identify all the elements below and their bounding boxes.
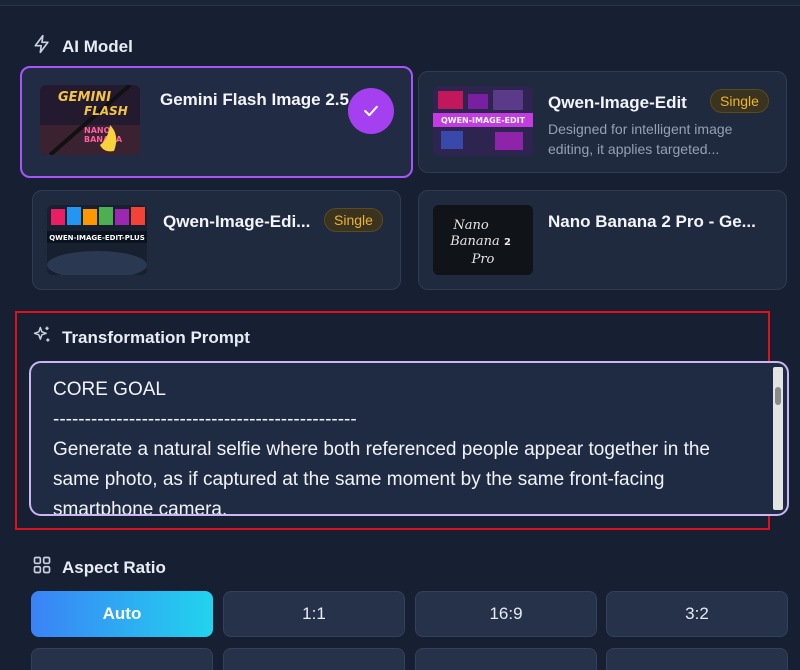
nano-thumb-line-4: Pro (471, 252, 495, 267)
gemini-thumb-line-1: GEMINI (58, 90, 111, 105)
nano-banana-thumbnail: Nano Banana 2 Pro (433, 205, 533, 275)
prompt-scrollbar[interactable] (773, 367, 783, 510)
aspect-auto-button[interactable]: Auto (31, 591, 213, 637)
grid-icon (32, 555, 52, 580)
prompt-textarea[interactable]: CORE GOAL ------------------------------… (29, 361, 789, 516)
nano-thumb-line-2: Banana (449, 234, 500, 249)
transformation-prompt-label: Transformation Prompt (32, 325, 250, 350)
single-badge: Single (710, 89, 769, 113)
prompt-scrollbar-thumb[interactable] (775, 387, 781, 405)
qwen-plus-thumbnail: QWEN-IMAGE-EDIT-PLUS (47, 205, 147, 275)
aspect-option-partial[interactable] (223, 648, 405, 670)
aspect-3-2-button[interactable]: 3:2 (606, 591, 788, 637)
aspect-ratio-label: Aspect Ratio (32, 555, 166, 580)
model-card-title: Qwen-Image-Edi... (163, 212, 311, 231)
sparkles-icon (32, 325, 52, 350)
gemini-thumb-line-2: FLASH (84, 104, 128, 118)
lightning-icon (32, 34, 52, 59)
model-card-title: Qwen-Image-Edit (548, 93, 687, 112)
model-card-gemini-flash[interactable]: GEMINI FLASH NANO BANANA Gemini Flash Im… (20, 66, 413, 178)
aspect-option-partial[interactable] (606, 648, 788, 670)
qwen-edit-thumb-text: QWEN-IMAGE-EDIT (441, 116, 526, 125)
aspect-option-partial[interactable] (31, 648, 213, 670)
gemini-thumb-line-3: NANO (84, 126, 111, 135)
top-divider (0, 0, 800, 6)
prompt-text[interactable]: CORE GOAL ------------------------------… (53, 375, 753, 514)
nano-thumb-line-1: Nano (452, 218, 488, 233)
selected-check-icon (348, 88, 394, 134)
qwen-edit-thumbnail: QWEN-IMAGE-EDIT (433, 86, 533, 156)
model-card-description: Designed for intelligent image editing, … (548, 121, 733, 157)
gemini-thumbnail: GEMINI FLASH NANO BANANA (40, 85, 140, 155)
ai-model-label: AI Model (32, 34, 133, 59)
model-card-title: Gemini Flash Image 2.5 (160, 90, 349, 109)
aspect-option-partial[interactable] (415, 648, 597, 670)
nano-thumb-line-3: 2 (504, 237, 511, 248)
model-card-qwen-image-edit-plus[interactable]: QWEN-IMAGE-EDIT-PLUS Qwen-Image-Edi... S… (32, 190, 401, 290)
model-card-qwen-image-edit[interactable]: QWEN-IMAGE-EDIT Qwen-Image-Edit Single D… (418, 71, 787, 173)
single-badge: Single (324, 208, 383, 232)
aspect-16-9-button[interactable]: 16:9 (415, 591, 597, 637)
aspect-1-1-button[interactable]: 1:1 (223, 591, 405, 637)
qwen-plus-thumb-text: QWEN-IMAGE-EDIT-PLUS (49, 234, 145, 242)
model-card-title: Nano Banana 2 Pro - Ge... (548, 212, 756, 231)
model-card-nano-banana-2-pro[interactable]: Nano Banana 2 Pro Nano Banana 2 Pro - Ge… (418, 190, 787, 290)
